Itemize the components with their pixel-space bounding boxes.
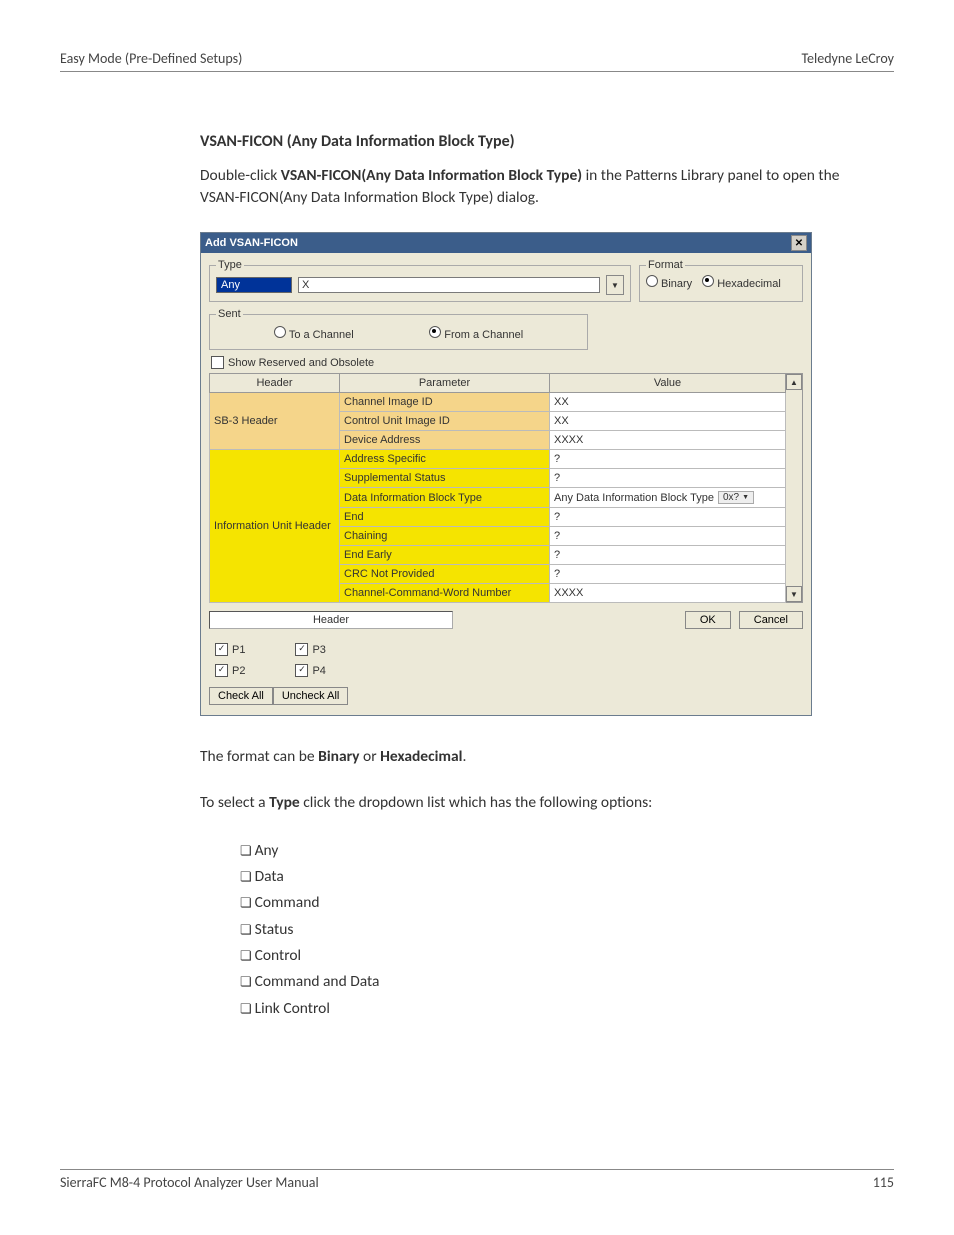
param-cell: CRC Not Provided bbox=[340, 565, 550, 584]
txt-bold: Hexadecimal bbox=[380, 747, 462, 766]
intro-pre: Double-click bbox=[200, 166, 281, 185]
list-item: Control bbox=[240, 943, 874, 969]
show-reserved-label: Show Reserved and Obsolete bbox=[228, 357, 374, 369]
dd-text: 0x? bbox=[723, 492, 739, 503]
p4-checkbox[interactable] bbox=[295, 664, 308, 677]
list-item: Command bbox=[240, 890, 874, 916]
p3-checkbox[interactable] bbox=[295, 643, 308, 656]
value-cell[interactable]: ? bbox=[550, 469, 786, 488]
value-cell[interactable]: ? bbox=[550, 527, 786, 546]
sent-legend: Sent bbox=[216, 308, 243, 320]
scroll-down-icon[interactable]: ▼ bbox=[786, 586, 802, 602]
section-title: VSAN-FICON (Any Data Information Block T… bbox=[200, 132, 874, 151]
param-cell: Supplemental Status bbox=[340, 469, 550, 488]
param-cell: End Early bbox=[340, 546, 550, 565]
header-display: Header bbox=[209, 611, 453, 629]
uncheck-all-button[interactable]: Uncheck All bbox=[273, 687, 348, 705]
format-legend: Format bbox=[646, 259, 685, 271]
value-cell[interactable]: ? bbox=[550, 508, 786, 527]
group-header: Information Unit Header bbox=[210, 450, 340, 603]
value-cell[interactable]: ? bbox=[550, 450, 786, 469]
type-note: To select a Type click the dropdown list… bbox=[200, 792, 874, 814]
p1-checkbox[interactable] bbox=[215, 643, 228, 656]
p1-label: P1 bbox=[232, 644, 245, 656]
intro-paragraph: Double-click VSAN-FICON(Any Data Informa… bbox=[200, 165, 874, 208]
ports-group: P1 P2 P3 P4 bbox=[209, 639, 803, 681]
col-value: Value bbox=[550, 374, 786, 393]
cancel-button[interactable]: Cancel bbox=[739, 611, 803, 629]
add-vsan-ficon-dialog: Add VSAN-FICON ✕ Type Any X ▼ Format bbox=[200, 232, 812, 716]
txt: or bbox=[360, 747, 381, 766]
value-dropdown[interactable]: 0x?▼ bbox=[718, 491, 754, 504]
txt-bold: Binary bbox=[318, 747, 359, 766]
type-text[interactable]: X bbox=[298, 277, 600, 293]
col-header: Header bbox=[210, 374, 340, 393]
sent-to-label: To a Channel bbox=[289, 329, 354, 341]
value-cell[interactable]: XXXX bbox=[550, 431, 786, 450]
param-cell: Chaining bbox=[340, 527, 550, 546]
list-item: Status bbox=[240, 917, 874, 943]
format-binary-label: Binary bbox=[661, 278, 692, 290]
footer-page-number: 115 bbox=[873, 1174, 894, 1191]
chevron-down-icon[interactable]: ▼ bbox=[606, 275, 624, 295]
ok-button[interactable]: OK bbox=[685, 611, 731, 629]
scroll-up-icon[interactable]: ▲ bbox=[786, 374, 802, 390]
table-scrollbar[interactable]: ▲ ▼ bbox=[786, 373, 803, 603]
txt: . bbox=[462, 747, 466, 766]
check-all-button[interactable]: Check All bbox=[209, 687, 273, 705]
value-text: Any Data Information Block Type bbox=[554, 492, 714, 504]
value-cell[interactable]: XXXX bbox=[550, 584, 786, 603]
param-cell: Data Information Block Type bbox=[340, 488, 550, 508]
col-parameter: Parameter bbox=[340, 374, 550, 393]
txt: To select a bbox=[200, 793, 269, 812]
sent-from-label: From a Channel bbox=[444, 329, 523, 341]
param-cell: Channel Image ID bbox=[340, 393, 550, 412]
format-hex-radio[interactable]: Hexadecimal bbox=[702, 275, 781, 290]
format-note: The format can be Binary or Hexadecimal. bbox=[200, 746, 874, 768]
value-cell[interactable]: XX bbox=[550, 412, 786, 431]
type-options-list: Any Data Command Status Control Command … bbox=[240, 838, 874, 1022]
list-item: Any bbox=[240, 838, 874, 864]
type-fieldset: Type Any X ▼ bbox=[209, 259, 631, 302]
close-icon[interactable]: ✕ bbox=[791, 235, 807, 251]
intro-bold: VSAN-FICON(Any Data Information Block Ty… bbox=[281, 166, 582, 185]
value-cell[interactable]: Any Data Information Block Type 0x?▼ bbox=[550, 488, 786, 508]
p2-label: P2 bbox=[232, 665, 245, 677]
header-left: Easy Mode (Pre-Defined Setups) bbox=[60, 50, 242, 67]
p2-checkbox[interactable] bbox=[215, 664, 228, 677]
value-cell[interactable]: ? bbox=[550, 546, 786, 565]
format-binary-radio[interactable]: Binary bbox=[646, 275, 692, 290]
param-cell: Address Specific bbox=[340, 450, 550, 469]
format-fieldset: Format Binary Hexadecimal bbox=[639, 259, 803, 302]
chevron-down-icon: ▼ bbox=[742, 494, 749, 501]
footer-left: SierraFC M8-4 Protocol Analyzer User Man… bbox=[60, 1174, 319, 1191]
group-header: SB-3 Header bbox=[210, 393, 340, 450]
show-reserved-checkbox[interactable] bbox=[211, 356, 224, 369]
sent-from-radio[interactable]: From a Channel bbox=[429, 326, 523, 341]
param-cell: End bbox=[340, 508, 550, 527]
sent-fieldset: Sent To a Channel From a Channel bbox=[209, 308, 588, 350]
value-cell[interactable]: XX bbox=[550, 393, 786, 412]
txt: click the dropdown list which has the fo… bbox=[300, 793, 653, 812]
param-cell: Control Unit Image ID bbox=[340, 412, 550, 431]
p4-label: P4 bbox=[312, 665, 325, 677]
header-right: Teledyne LeCroy bbox=[801, 50, 894, 67]
list-item: Link Control bbox=[240, 996, 874, 1022]
param-cell: Device Address bbox=[340, 431, 550, 450]
parameter-table: Header Parameter Value SB-3 Header Chann… bbox=[209, 373, 786, 603]
list-item: Data bbox=[240, 864, 874, 890]
type-legend: Type bbox=[216, 259, 244, 271]
value-cell[interactable]: ? bbox=[550, 565, 786, 584]
format-hex-label: Hexadecimal bbox=[717, 278, 781, 290]
p3-label: P3 bbox=[312, 644, 325, 656]
dialog-title: Add VSAN-FICON bbox=[205, 237, 298, 249]
param-cell: Channel-Command-Word Number bbox=[340, 584, 550, 603]
txt-bold: Type bbox=[269, 793, 300, 812]
list-item: Command and Data bbox=[240, 969, 874, 995]
txt: The format can be bbox=[200, 747, 318, 766]
sent-to-radio[interactable]: To a Channel bbox=[274, 326, 354, 341]
type-select[interactable]: Any bbox=[216, 277, 292, 293]
